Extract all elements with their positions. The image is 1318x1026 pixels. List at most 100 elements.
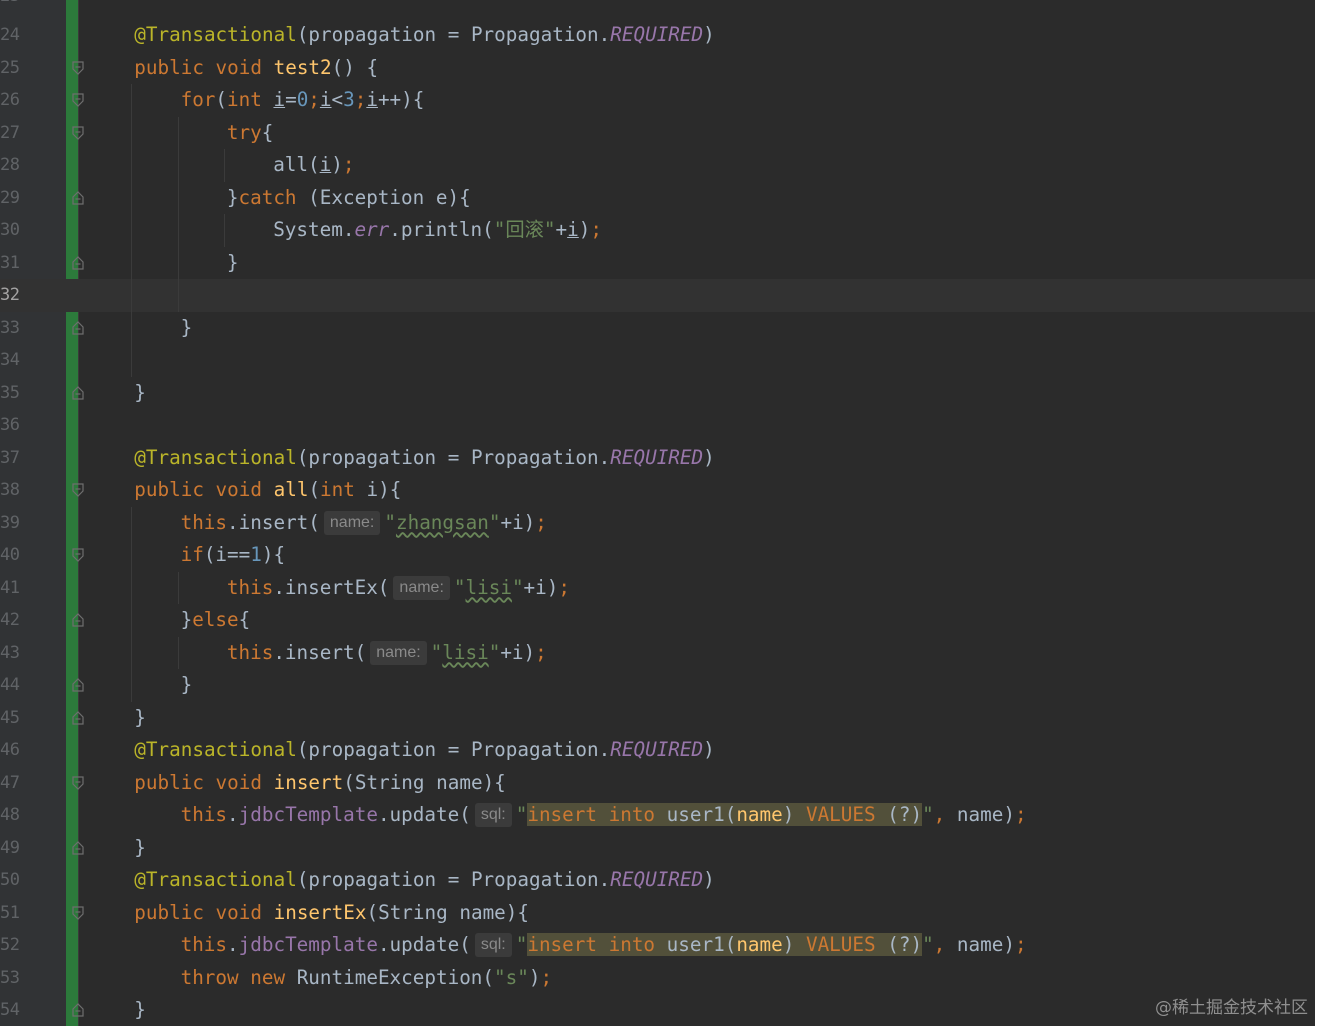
- code-text[interactable]: if(i==1){: [181, 539, 285, 572]
- code-text[interactable]: @Transactional(propagation = Propagation…: [134, 734, 714, 767]
- fold-collapse-icon[interactable]: [72, 385, 84, 400]
- code-line[interactable]: 45}: [0, 702, 1315, 735]
- code-text[interactable]: }: [134, 832, 146, 865]
- code-text[interactable]: }: [181, 669, 193, 702]
- code-token: (Exception e){: [308, 185, 471, 209]
- code-line[interactable]: 49}: [0, 832, 1315, 865]
- keyword-token: public void: [134, 478, 274, 501]
- number-token: 3: [343, 88, 355, 111]
- keyword-token: ;: [535, 640, 547, 664]
- line-number: 30: [0, 220, 20, 240]
- fold-expand-icon[interactable]: [72, 483, 84, 497]
- fold-expand-icon[interactable]: [72, 548, 84, 562]
- code-text[interactable]: this.jdbcTemplate.update(sql: "insert int…: [181, 929, 1027, 962]
- partial-code-line[interactable]: 23: [0, 0, 1315, 13]
- code-text[interactable]: this.insert(name: "lisi"+i);: [227, 637, 547, 670]
- code-text[interactable]: System.err.println("回滚"+i);: [273, 214, 602, 247]
- code-text[interactable]: }: [134, 994, 146, 1026]
- code-line[interactable]: 36: [0, 409, 1315, 442]
- code-line[interactable]: 35}: [0, 377, 1315, 410]
- code-text[interactable]: try{: [227, 117, 273, 150]
- code-text[interactable]: @Transactional(propagation = Propagation…: [134, 442, 714, 475]
- code-token: .update(: [377, 933, 471, 956]
- indent-guide: [177, 149, 179, 182]
- code-text[interactable]: @Transactional(propagation = Propagation…: [134, 19, 714, 52]
- code-text[interactable]: }: [227, 247, 239, 280]
- code-line[interactable]: 53 throw new RuntimeException("s");: [0, 962, 1315, 995]
- code-line[interactable]: 26 for(int i=0;i<3;i++){: [0, 84, 1315, 117]
- code-token: }: [180, 608, 193, 631]
- code-line[interactable]: 40 if(i==1){: [0, 539, 1315, 572]
- code-line[interactable]: 32: [0, 279, 1315, 312]
- code-line[interactable]: 39 this.insert(name: "zhangsan"+i);: [0, 506, 1315, 540]
- code-line[interactable]: 50 @Transactional(propagation = Propagati…: [0, 864, 1315, 897]
- code-line[interactable]: 28 all(i);: [0, 149, 1315, 182]
- code-text[interactable]: public void insertEx(String name){: [134, 897, 529, 930]
- fold-collapse-icon[interactable]: [72, 678, 84, 692]
- code-line[interactable]: 51 public void insertEx(String name){: [0, 897, 1315, 930]
- code-text[interactable]: }catch (Exception e){: [227, 182, 471, 215]
- code-token: ): [703, 445, 715, 469]
- code-line[interactable]: 29}catch (Exception e){: [0, 181, 1315, 215]
- indent-guide: [131, 279, 133, 312]
- code-line[interactable]: 37 @Transactional(propagation = Propagati…: [0, 442, 1315, 475]
- code-token: ): [703, 738, 715, 761]
- code-line[interactable]: 30 System.err.println("回滚"+i);: [0, 214, 1315, 247]
- code-line[interactable]: 33}: [0, 311, 1315, 345]
- fold-collapse-icon[interactable]: [72, 613, 84, 627]
- code-token: ): [331, 153, 343, 176]
- fold-expand-icon[interactable]: [72, 93, 84, 107]
- fold-expand-icon[interactable]: [72, 775, 84, 790]
- code-line[interactable]: 25 public void test2() {: [0, 52, 1315, 85]
- line-number: 49: [0, 837, 20, 858]
- watermark: @稀土掘金技术社区: [1155, 998, 1308, 1018]
- code-text[interactable]: this.insert(name: "zhangsan"+i);: [181, 507, 547, 540]
- fold-expand-icon[interactable]: [72, 125, 84, 140]
- code-text[interactable]: this.jdbcTemplate.update(sql: "insert int…: [181, 799, 1027, 832]
- fold-collapse-icon[interactable]: [72, 840, 84, 855]
- code-text[interactable]: public void test2() {: [134, 52, 378, 85]
- code-line[interactable]: 24 @Transactional(propagation = Propagati…: [0, 19, 1315, 52]
- fold-collapse-icon[interactable]: [72, 255, 84, 270]
- code-line[interactable]: 34: [0, 344, 1315, 377]
- code-text[interactable]: for(int i=0;i<3;i++){: [181, 84, 425, 117]
- code-line[interactable]: 38 public void all(int i){: [0, 474, 1315, 507]
- line-number: 50: [0, 870, 20, 890]
- code-token: (i==: [203, 543, 251, 566]
- code-text[interactable]: public void insert(String name){: [134, 767, 506, 800]
- keyword-token: public void: [134, 55, 274, 79]
- code-text[interactable]: all(i);: [273, 149, 354, 182]
- code-line[interactable]: 44}: [0, 669, 1315, 702]
- fold-collapse-icon[interactable]: [72, 320, 84, 335]
- code-line[interactable]: 43 this.insert(name: "lisi"+i);: [0, 636, 1315, 670]
- code-line[interactable]: 41 this.insertEx(name: "lisi"+i);: [0, 571, 1315, 605]
- code-text[interactable]: }: [181, 312, 193, 345]
- code-text[interactable]: }else{: [181, 604, 251, 637]
- code-line[interactable]: 52 this.jdbcTemplate.update(sql: "insert i…: [0, 929, 1315, 962]
- fold-collapse-icon[interactable]: [72, 710, 84, 725]
- code-text[interactable]: public void all(int i){: [134, 474, 401, 507]
- code-text[interactable]: }: [134, 702, 146, 735]
- code-text[interactable]: }: [134, 377, 146, 410]
- code-text[interactable]: @Transactional(propagation = Propagation…: [134, 864, 714, 897]
- code-editor[interactable]: 23 24@Transactional(propagation = Propag…: [0, 0, 1315, 1026]
- fold-collapse-icon[interactable]: [72, 1003, 84, 1017]
- line-number: 33: [0, 317, 20, 338]
- code-line[interactable]: 46 @Transactional(propagation = Propagati…: [0, 734, 1315, 767]
- code-line[interactable]: 27 try{: [0, 116, 1315, 150]
- fold-expand-icon[interactable]: [72, 60, 84, 75]
- keyword-token: ;: [540, 965, 553, 989]
- fold-expand-icon[interactable]: [72, 905, 84, 920]
- code-line[interactable]: 31}: [0, 246, 1315, 280]
- code-text[interactable]: this.insertEx(name: "lisi"+i);: [227, 572, 570, 605]
- code-line[interactable]: 54}: [0, 994, 1315, 1026]
- fold-collapse-icon[interactable]: [72, 190, 84, 205]
- code-line[interactable]: 42}else{: [0, 604, 1315, 637]
- indent-guide: [131, 84, 133, 117]
- code-text[interactable]: throw new RuntimeException("s");: [181, 962, 552, 995]
- line-number: 41: [0, 577, 20, 598]
- code-token: }: [134, 705, 146, 729]
- code-line[interactable]: 47 public void insert(String name){: [0, 767, 1315, 800]
- code-token: ): [703, 868, 715, 891]
- code-line[interactable]: 48 this.jdbcTemplate.update(sql: "insert i…: [0, 799, 1315, 832]
